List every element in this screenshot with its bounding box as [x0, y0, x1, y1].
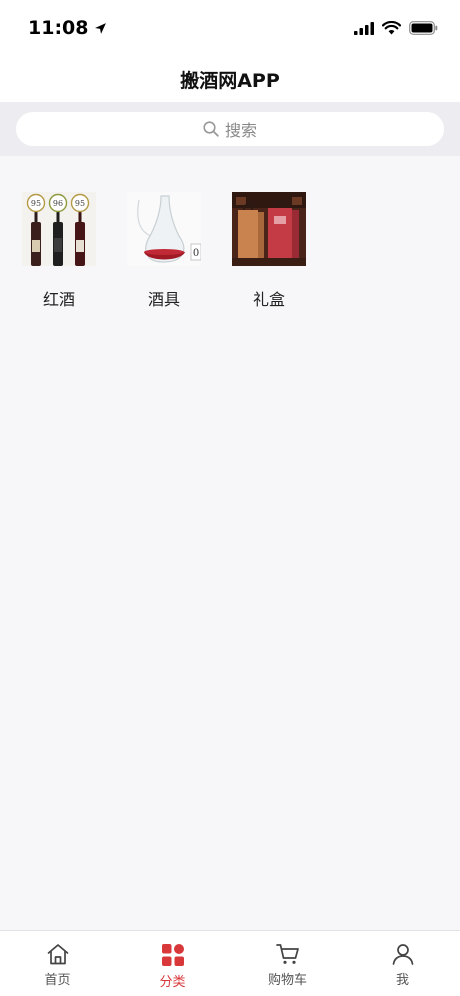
- category-item-wine-ware[interactable]: 0 酒具: [127, 192, 201, 310]
- category-label: 礼盒: [252, 290, 285, 309]
- tab-cart[interactable]: 购物车: [230, 931, 345, 996]
- category-label: 酒具: [147, 290, 180, 309]
- gift-box-thumbnail: [232, 192, 306, 266]
- status-indicators: [354, 21, 438, 35]
- page-title: 搬酒网APP: [180, 69, 280, 92]
- category-item-gift-box[interactable]: 礼盒: [232, 192, 306, 310]
- category-icon: [161, 944, 184, 966]
- search-input[interactable]: 搜索: [16, 112, 444, 146]
- rating-badge-text: 96: [53, 199, 63, 208]
- gift-boxes-image: [232, 192, 306, 266]
- rating-badge-text: 95: [75, 199, 85, 208]
- user-icon: [392, 944, 413, 965]
- rating-badge-text: 95: [31, 199, 41, 208]
- decanter-tag-text: 0: [193, 248, 199, 259]
- tab-me[interactable]: 我: [345, 931, 460, 996]
- status-time: 11:08: [28, 17, 107, 39]
- tab-bar: 首页 分类 购物车 我: [0, 930, 460, 996]
- category-content: 95 96 95 红酒 0 酒具 礼盒: [0, 156, 460, 930]
- status-bar: 11:08: [0, 0, 460, 56]
- cart-icon: [275, 944, 299, 964]
- red-wine-thumbnail: 95 96 95: [22, 192, 96, 266]
- tab-category[interactable]: 分类: [115, 931, 230, 996]
- category-item-red-wine[interactable]: 95 96 95 红酒: [22, 192, 96, 310]
- tab-label: 我: [395, 973, 409, 988]
- tab-label: 分类: [159, 975, 186, 990]
- red-wine-bottles-image: 95 96 95: [22, 192, 96, 266]
- category-grid: 95 96 95 红酒 0 酒具 礼盒: [22, 192, 306, 310]
- wifi-icon: [382, 21, 401, 35]
- battery-icon: [409, 21, 438, 35]
- status-time-text: 11:08: [28, 17, 89, 39]
- tab-home[interactable]: 首页: [0, 931, 115, 996]
- decanter-image: 0: [127, 192, 201, 266]
- cellular-signal-icon: [354, 21, 374, 35]
- wine-ware-thumbnail: 0: [127, 192, 201, 266]
- search-placeholder: 搜索: [224, 121, 257, 140]
- home-icon: [47, 944, 68, 965]
- tab-label: 首页: [44, 973, 71, 988]
- search-icon: [203, 121, 219, 137]
- tab-label: 购物车: [267, 973, 307, 988]
- nav-bar: 搬酒网APP: [0, 56, 460, 102]
- search-bar: 搜索: [0, 102, 460, 156]
- category-label: 红酒: [42, 290, 75, 309]
- location-arrow-icon: [95, 22, 107, 34]
